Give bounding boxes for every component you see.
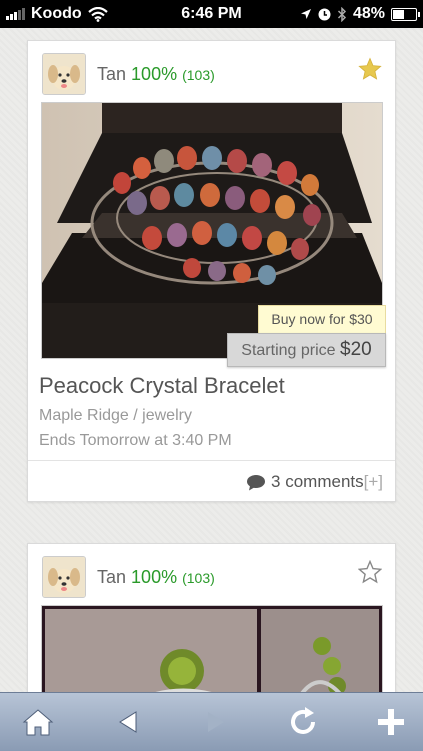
seller-avatar[interactable]	[42, 556, 86, 598]
starting-price-label: Starting price	[241, 342, 336, 359]
divider	[28, 460, 395, 461]
seller-info[interactable]: Tan 100% (103)	[97, 64, 215, 85]
speech-bubble-icon	[247, 474, 266, 490]
listing-end-time: Ends Tomorrow at 3:40 PM	[39, 432, 232, 449]
starting-price-value: $20	[340, 339, 372, 360]
back-icon[interactable]	[112, 705, 146, 739]
clock-icon	[318, 8, 331, 20]
status-bar: Koodo 6:46 PM 48%	[0, 0, 423, 28]
seller-avatar[interactable]	[42, 53, 86, 95]
listing-header: Tan 100% (103)	[28, 41, 395, 97]
browser-toolbar	[0, 692, 423, 751]
reload-icon[interactable]	[286, 705, 320, 739]
listing-card[interactable]: Tan 100% (103)	[27, 40, 396, 502]
seller-rating: 100%	[131, 567, 178, 587]
listing-header: Tan 100% (103)	[28, 544, 395, 600]
listing-location[interactable]: Maple Ridge / jewelry	[39, 407, 192, 425]
bluetooth-icon	[337, 6, 347, 22]
battery-percent: 48%	[352, 5, 385, 22]
seller-name: Tan	[97, 567, 127, 587]
comments-link[interactable]: 3 comments [+]	[246, 472, 383, 492]
location-icon	[300, 9, 311, 19]
home-icon[interactable]	[21, 705, 55, 739]
listing-title[interactable]: Peacock Crystal Bracelet	[39, 373, 285, 399]
add-icon[interactable]	[374, 705, 408, 739]
seller-info[interactable]: Tan 100% (103)	[97, 567, 215, 588]
seller-review-count: (103)	[182, 67, 215, 83]
listings-feed[interactable]: Tan 100% (103) Buy now for $30 Starting …	[0, 28, 423, 692]
battery-icon	[391, 7, 420, 21]
expand-comments-button[interactable]: [+]	[364, 472, 383, 492]
forward-icon[interactable]	[198, 705, 232, 739]
listing-card[interactable]: Tan 100% (103)	[27, 543, 396, 692]
star-icon[interactable]	[358, 57, 382, 81]
seller-name: Tan	[97, 64, 127, 84]
battery-level-fill	[393, 9, 404, 19]
starting-price-badge: Starting price $20	[227, 333, 386, 367]
comments-count: 3 comments	[271, 472, 364, 491]
seller-rating: 100%	[131, 64, 178, 84]
seller-review-count: (103)	[182, 570, 215, 586]
listing-photo[interactable]	[41, 605, 383, 692]
buy-now-badge[interactable]: Buy now for $30	[258, 305, 386, 334]
star-outline-icon[interactable]	[358, 560, 382, 584]
